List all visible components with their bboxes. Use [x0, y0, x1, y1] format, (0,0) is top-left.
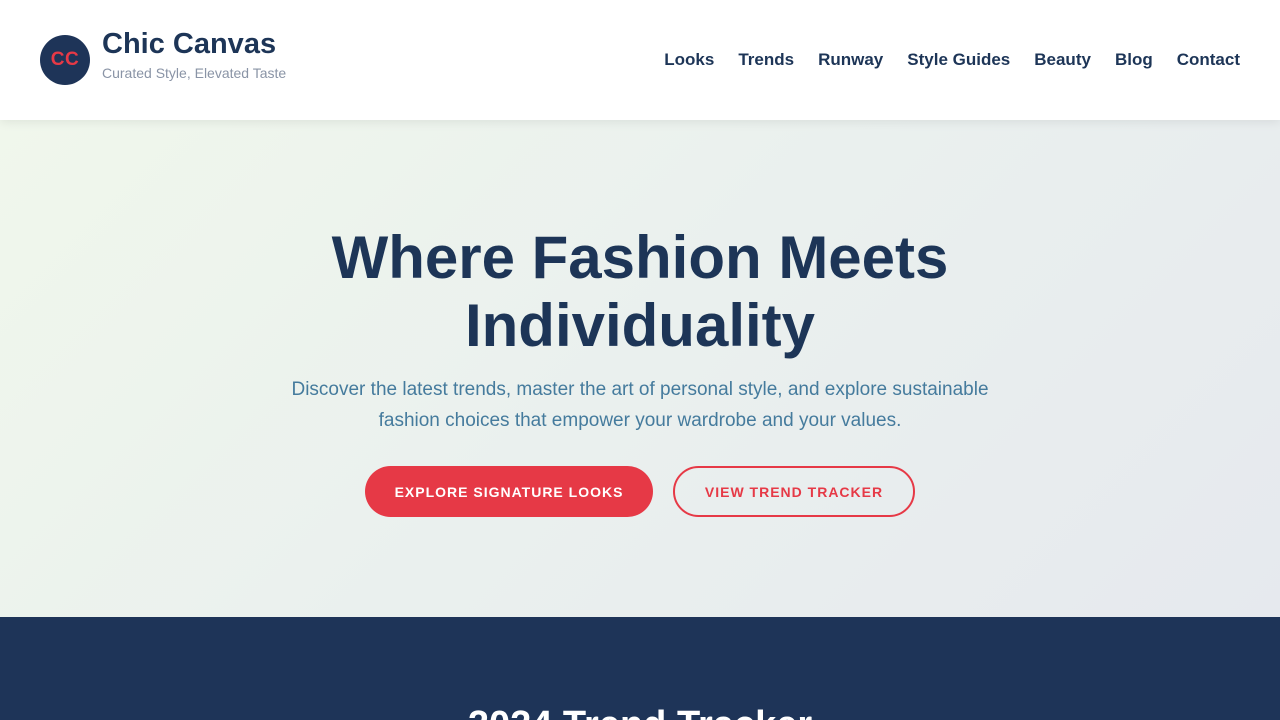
nav-link-contact[interactable]: Contact: [1177, 50, 1240, 70]
site-header: CC Chic Canvas Curated Style, Elevated T…: [0, 0, 1280, 120]
hero-subtitle: Discover the latest trends, master the a…: [291, 379, 989, 431]
hero-section: Where Fashion Meets Individuality Discov…: [0, 120, 1280, 617]
logo-initials: CC: [50, 49, 80, 70]
trend-tracker-title: 2024 Trend Tracker: [0, 703, 1280, 720]
view-trend-tracker-button[interactable]: VIEW TREND TRACKER: [673, 466, 915, 517]
brand-tagline: Curated Style, Elevated Taste: [102, 65, 287, 81]
nav-link-style-guides[interactable]: Style Guides: [907, 50, 1010, 70]
main-nav: Looks Trends Runway Style Guides Beauty …: [664, 50, 1240, 70]
hero-title: Where Fashion Meets Individuality: [331, 224, 949, 359]
brand-name[interactable]: Chic Canvas: [102, 27, 276, 61]
nav-link-looks[interactable]: Looks: [664, 50, 714, 70]
nav-link-beauty[interactable]: Beauty: [1034, 50, 1091, 70]
logo-badge[interactable]: CC: [40, 35, 90, 85]
trend-tracker-section: 2024 Trend Tracker: [0, 617, 1280, 720]
nav-link-blog[interactable]: Blog: [1115, 50, 1153, 70]
explore-signature-looks-button[interactable]: EXPLORE SIGNATURE LOOKS: [365, 466, 653, 517]
nav-link-runway[interactable]: Runway: [818, 50, 883, 70]
nav-link-trends[interactable]: Trends: [738, 50, 794, 70]
